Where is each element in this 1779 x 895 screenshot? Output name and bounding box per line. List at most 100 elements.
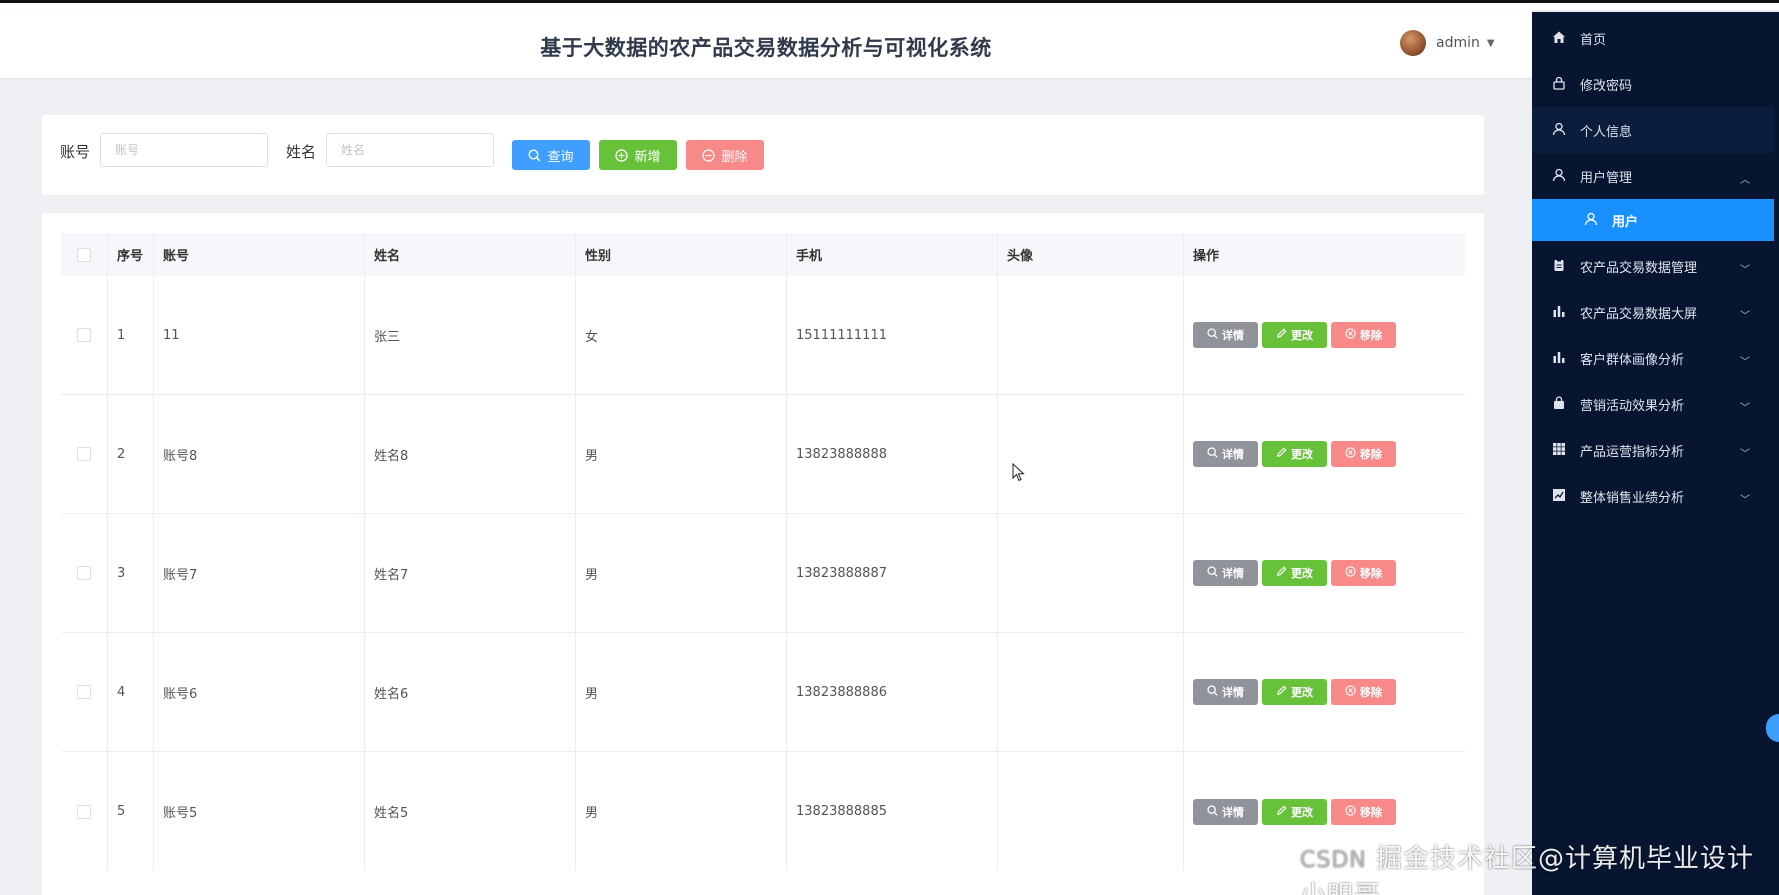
sidebar-item-change-password[interactable]: 修改密码 (1532, 61, 1774, 107)
sidebar-item-label: 用户 (1612, 214, 1639, 230)
select-all-checkbox-cell[interactable] (67, 233, 91, 276)
pencil-icon (1276, 328, 1287, 342)
table-row: 1 11 张三 女 15111111111 详情 更改 移除 (61, 276, 1465, 395)
detail-button[interactable]: 详情 (1193, 798, 1258, 825)
close-circle-icon (1345, 685, 1356, 699)
row-index: 4 (117, 684, 126, 700)
caret-down-icon[interactable]: ▼ (1487, 38, 1495, 49)
sidebar-item-user-management[interactable]: 用户管理 ︿ (1532, 153, 1774, 199)
close-circle-icon (1345, 328, 1356, 342)
row-checkbox[interactable] (77, 328, 91, 342)
delete-button-label: 删除 (721, 149, 748, 165)
row-avatar (997, 752, 1007, 871)
remove-button[interactable]: 移除 (1331, 679, 1396, 705)
avatar[interactable] (1400, 30, 1426, 56)
user-table: 序号 账号 姓名 性别 手机 头像 操作 1 11 张三 女 151111111… (61, 233, 1465, 871)
remove-button-label: 移除 (1360, 805, 1382, 819)
sidebar-item-profile[interactable]: 个人信息 (1532, 107, 1774, 153)
pencil-icon (1276, 805, 1287, 819)
user-icon (1552, 122, 1568, 138)
edit-button[interactable]: 更改 (1262, 322, 1327, 348)
table-row: 5 账号5 姓名5 男 13823888885 详情 更改 移除 (61, 752, 1465, 871)
sidebar-item-label: 农产品交易数据管理 (1580, 260, 1698, 276)
row-gender: 男 (585, 686, 599, 702)
query-button-label: 查询 (547, 149, 574, 165)
sidebar-item-product-ops[interactable]: 产品运营指标分析 ﹀ (1532, 427, 1774, 473)
edit-button-label: 更改 (1291, 567, 1313, 580)
page-title: 基于大数据的农产品交易数据分析与可视化系统 (540, 36, 992, 60)
sidebar-item-sales-performance[interactable]: 整体销售业绩分析 ﹀ (1532, 473, 1774, 519)
username[interactable]: admin (1436, 35, 1480, 51)
sidebar-item-trade-dashboard[interactable]: 农产品交易数据大屏 ﹀ (1532, 289, 1774, 335)
row-name: 姓名8 (374, 448, 409, 464)
query-button[interactable]: 查询 (512, 140, 590, 170)
sidebar-item-label: 农产品交易数据大屏 (1580, 306, 1698, 322)
row-name: 姓名5 (374, 806, 409, 821)
search-panel: 账号 姓名 查询 新增 删除 (42, 115, 1484, 195)
sidebar-item-marketing-analysis[interactable]: 营销活动效果分析 ﹀ (1532, 381, 1774, 427)
account-search-input[interactable] (100, 133, 268, 167)
bar-chart-icon (1552, 350, 1568, 366)
edit-button[interactable]: 更改 (1262, 441, 1327, 467)
row-actions: 详情 更改 移除 (1183, 276, 1396, 394)
row-name: 姓名7 (374, 567, 409, 583)
remove-button-label: 移除 (1360, 448, 1382, 461)
header-avatar: 头像 (1007, 249, 1034, 264)
row-checkbox[interactable] (77, 804, 91, 819)
table-panel: 序号 账号 姓名 性别 手机 头像 操作 1 11 张三 女 151111111… (42, 213, 1484, 895)
sidebar-item-users[interactable]: 用户 (1532, 199, 1774, 241)
row-checkbox[interactable] (77, 566, 91, 580)
row-index: 1 (117, 327, 126, 343)
detail-button-label: 详情 (1222, 686, 1244, 699)
row-checkbox[interactable] (77, 685, 91, 699)
remove-button[interactable]: 移除 (1331, 560, 1396, 586)
watermark: CSDN 掘金技术社区@计算机毕业设计小明哥 (1300, 838, 1779, 895)
row-index: 5 (117, 804, 126, 819)
grid-icon (1552, 442, 1568, 458)
row-avatar (997, 633, 1007, 751)
chevron-down-icon: ﹀ (1740, 311, 1750, 322)
delete-button[interactable]: 删除 (686, 140, 764, 170)
select-all-checkbox[interactable] (77, 247, 91, 262)
remove-button[interactable]: 移除 (1331, 441, 1396, 467)
name-search-input[interactable] (326, 133, 494, 167)
detail-button[interactable]: 详情 (1193, 560, 1258, 586)
sidebar-item-label: 个人信息 (1580, 124, 1633, 140)
row-phone: 13823888887 (796, 565, 887, 581)
detail-button[interactable]: 详情 (1193, 679, 1258, 705)
pencil-icon (1276, 685, 1287, 699)
detail-button-label: 详情 (1222, 448, 1244, 461)
search-icon (1207, 328, 1218, 342)
detail-button[interactable]: 详情 (1193, 322, 1258, 348)
sidebar-item-customer-profile[interactable]: 客户群体画像分析 ﹀ (1532, 335, 1774, 381)
edit-button[interactable]: 更改 (1262, 560, 1327, 586)
row-checkbox[interactable] (77, 447, 91, 461)
edit-button[interactable]: 更改 (1262, 679, 1327, 705)
sidebar-item-label: 修改密码 (1580, 78, 1633, 94)
chevron-down-icon: ﹀ (1740, 449, 1750, 460)
row-gender: 男 (585, 567, 599, 583)
remove-button[interactable]: 移除 (1331, 322, 1396, 348)
edit-button-label: 更改 (1291, 805, 1313, 819)
sidebar-item-home[interactable]: 首页 (1532, 15, 1774, 61)
top-header: 基于大数据的农产品交易数据分析与可视化系统 admin ▼ (0, 10, 1532, 78)
sidebar-item-trade-data-management[interactable]: 农产品交易数据管理 ﹀ (1532, 243, 1774, 289)
user-icon (1552, 168, 1568, 184)
row-avatar (997, 395, 1007, 513)
search-icon (1207, 804, 1218, 819)
detail-button[interactable]: 详情 (1193, 441, 1258, 467)
table-header: 序号 账号 姓名 性别 手机 头像 操作 (61, 233, 1465, 276)
remove-button[interactable]: 移除 (1331, 798, 1396, 825)
sidebar: 首页 修改密码 个人信息 用户管理 ︿ 用户 农产品交易数据管理 ﹀ 农产品交易… (1532, 12, 1779, 895)
table-row: 4 账号6 姓名6 男 13823888886 详情 更改 移除 (61, 633, 1465, 752)
sidebar-item-label: 整体销售业绩分析 (1580, 490, 1685, 506)
add-button[interactable]: 新增 (599, 140, 677, 170)
header-phone: 手机 (796, 249, 823, 264)
pencil-icon (1276, 566, 1287, 580)
table-row: 3 账号7 姓名7 男 13823888887 详情 更改 移除 (61, 514, 1465, 633)
detail-button-label: 详情 (1222, 567, 1244, 580)
user-menu[interactable]: admin ▼ (1400, 30, 1495, 56)
search-icon (1207, 566, 1218, 580)
header-name: 姓名 (374, 249, 401, 264)
edit-button[interactable]: 更改 (1262, 798, 1327, 825)
